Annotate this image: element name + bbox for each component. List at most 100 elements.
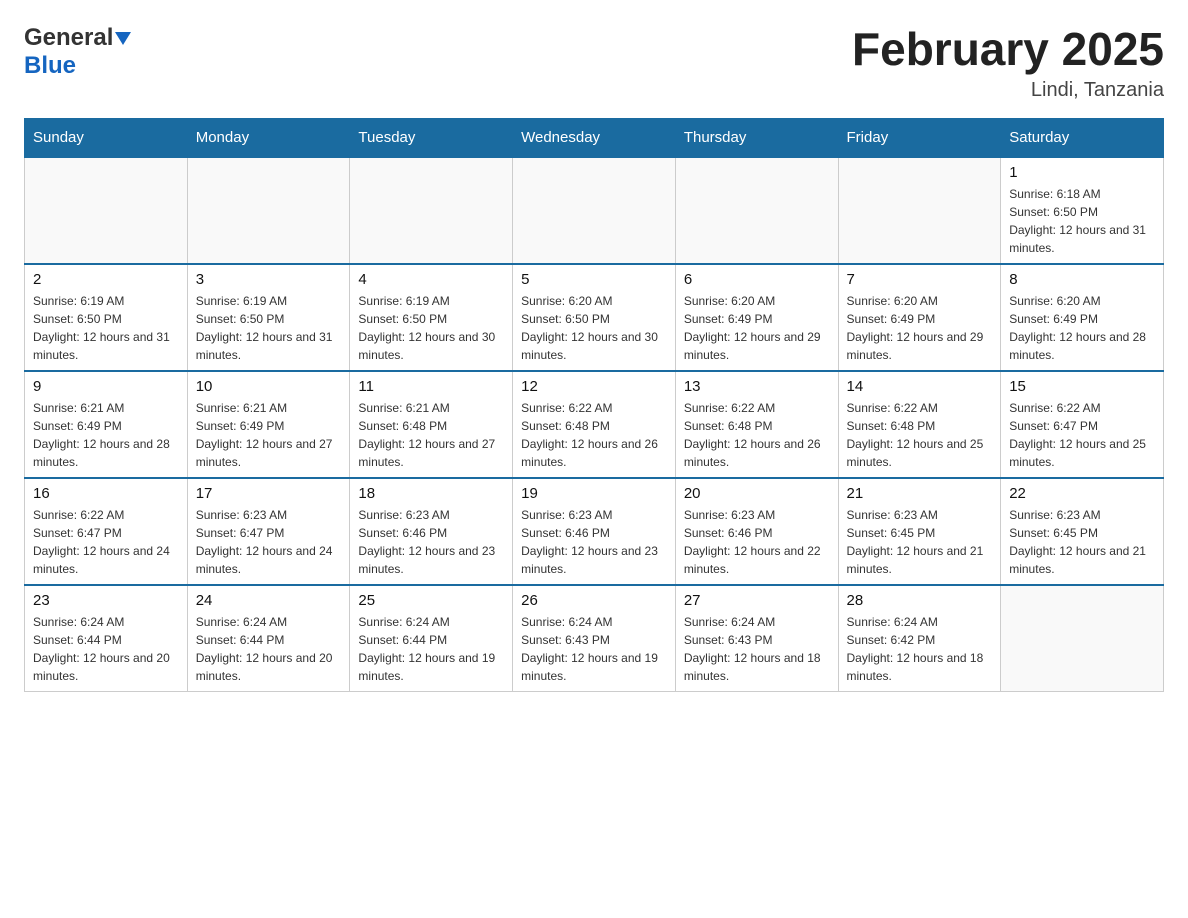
day-number: 16 — [33, 485, 179, 502]
day-number: 15 — [1009, 378, 1155, 395]
calendar-cell-w5-d5: 27 Sunrise: 6:24 AMSunset: 6:43 PMDayligh… — [675, 585, 838, 692]
day-number: 26 — [521, 592, 667, 609]
calendar-cell-w2-d6: 7 Sunrise: 6:20 AMSunset: 6:49 PMDaylight… — [838, 264, 1001, 371]
day-info: Sunrise: 6:20 AMSunset: 6:49 PMDaylight:… — [847, 292, 993, 364]
day-number: 24 — [196, 592, 342, 609]
day-info: Sunrise: 6:21 AMSunset: 6:49 PMDaylight:… — [33, 399, 179, 471]
calendar-header: SundayMondayTuesdayWednesdayThursdayFrid… — [25, 118, 1164, 157]
day-number: 10 — [196, 378, 342, 395]
calendar-cell-w1-d1 — [25, 157, 188, 264]
day-number: 25 — [358, 592, 504, 609]
weekday-monday: Monday — [187, 118, 350, 157]
logo-general-text: General — [24, 24, 113, 52]
day-info: Sunrise: 6:24 AMSunset: 6:44 PMDaylight:… — [358, 613, 504, 685]
day-number: 8 — [1009, 271, 1155, 288]
day-number: 9 — [33, 378, 179, 395]
calendar-cell-w2-d1: 2 Sunrise: 6:19 AMSunset: 6:50 PMDaylight… — [25, 264, 188, 371]
day-info: Sunrise: 6:18 AMSunset: 6:50 PMDaylight:… — [1009, 185, 1155, 257]
calendar-cell-w5-d4: 26 Sunrise: 6:24 AMSunset: 6:43 PMDayligh… — [513, 585, 676, 692]
day-info: Sunrise: 6:22 AMSunset: 6:48 PMDaylight:… — [847, 399, 993, 471]
weekday-thursday: Thursday — [675, 118, 838, 157]
page-header: General Blue February 2025 Lindi, Tanzan… — [24, 24, 1164, 102]
day-info: Sunrise: 6:21 AMSunset: 6:48 PMDaylight:… — [358, 399, 504, 471]
calendar-cell-w5-d2: 24 Sunrise: 6:24 AMSunset: 6:44 PMDayligh… — [187, 585, 350, 692]
day-number: 11 — [358, 378, 504, 395]
day-number: 1 — [1009, 164, 1155, 181]
day-info: Sunrise: 6:21 AMSunset: 6:49 PMDaylight:… — [196, 399, 342, 471]
calendar-cell-w5-d6: 28 Sunrise: 6:24 AMSunset: 6:42 PMDayligh… — [838, 585, 1001, 692]
calendar-cell-w1-d5 — [675, 157, 838, 264]
location: Lindi, Tanzania — [852, 79, 1164, 102]
day-number: 13 — [684, 378, 830, 395]
week-row-1: 1 Sunrise: 6:18 AMSunset: 6:50 PMDaylight… — [25, 157, 1164, 264]
day-info: Sunrise: 6:24 AMSunset: 6:43 PMDaylight:… — [684, 613, 830, 685]
day-info: Sunrise: 6:22 AMSunset: 6:48 PMDaylight:… — [521, 399, 667, 471]
day-info: Sunrise: 6:19 AMSunset: 6:50 PMDaylight:… — [33, 292, 179, 364]
calendar-cell-w1-d3 — [350, 157, 513, 264]
calendar-cell-w3-d1: 9 Sunrise: 6:21 AMSunset: 6:49 PMDaylight… — [25, 371, 188, 478]
day-info: Sunrise: 6:23 AMSunset: 6:46 PMDaylight:… — [358, 506, 504, 578]
day-info: Sunrise: 6:23 AMSunset: 6:46 PMDaylight:… — [684, 506, 830, 578]
logo-triangle-icon — [115, 32, 131, 45]
day-number: 12 — [521, 378, 667, 395]
calendar-body: 1 Sunrise: 6:18 AMSunset: 6:50 PMDaylight… — [25, 157, 1164, 692]
day-info: Sunrise: 6:22 AMSunset: 6:48 PMDaylight:… — [684, 399, 830, 471]
month-title: February 2025 — [852, 24, 1164, 75]
title-section: February 2025 Lindi, Tanzania — [852, 24, 1164, 102]
day-info: Sunrise: 6:19 AMSunset: 6:50 PMDaylight:… — [358, 292, 504, 364]
calendar-cell-w3-d6: 14 Sunrise: 6:22 AMSunset: 6:48 PMDayligh… — [838, 371, 1001, 478]
day-number: 4 — [358, 271, 504, 288]
calendar-cell-w3-d3: 11 Sunrise: 6:21 AMSunset: 6:48 PMDayligh… — [350, 371, 513, 478]
day-info: Sunrise: 6:19 AMSunset: 6:50 PMDaylight:… — [196, 292, 342, 364]
day-number: 17 — [196, 485, 342, 502]
week-row-2: 2 Sunrise: 6:19 AMSunset: 6:50 PMDaylight… — [25, 264, 1164, 371]
weekday-saturday: Saturday — [1001, 118, 1164, 157]
day-number: 21 — [847, 485, 993, 502]
day-info: Sunrise: 6:20 AMSunset: 6:49 PMDaylight:… — [684, 292, 830, 364]
logo-blue-text: Blue — [24, 52, 76, 79]
day-number: 28 — [847, 592, 993, 609]
calendar-cell-w4-d4: 19Sunrise: 6:23 AMSunset: 6:46 PMDayligh… — [513, 478, 676, 585]
day-info: Sunrise: 6:23 AMSunset: 6:45 PMDaylight:… — [847, 506, 993, 578]
calendar-cell-w1-d4 — [513, 157, 676, 264]
calendar-cell-w3-d2: 10 Sunrise: 6:21 AMSunset: 6:49 PMDayligh… — [187, 371, 350, 478]
calendar-cell-w5-d1: 23 Sunrise: 6:24 AMSunset: 6:44 PMDayligh… — [25, 585, 188, 692]
day-info: Sunrise: 6:22 AMSunset: 6:47 PMDaylight:… — [1009, 399, 1155, 471]
day-number: 14 — [847, 378, 993, 395]
week-row-4: 16 Sunrise: 6:22 AMSunset: 6:47 PMDayligh… — [25, 478, 1164, 585]
weekday-tuesday: Tuesday — [350, 118, 513, 157]
day-info: Sunrise: 6:24 AMSunset: 6:44 PMDaylight:… — [196, 613, 342, 685]
weekday-friday: Friday — [838, 118, 1001, 157]
day-number: 2 — [33, 271, 179, 288]
day-info: Sunrise: 6:20 AMSunset: 6:50 PMDaylight:… — [521, 292, 667, 364]
calendar-cell-w3-d7: 15 Sunrise: 6:22 AMSunset: 6:47 PMDayligh… — [1001, 371, 1164, 478]
day-info: Sunrise: 6:24 AMSunset: 6:42 PMDaylight:… — [847, 613, 993, 685]
day-number: 27 — [684, 592, 830, 609]
day-info: Sunrise: 6:23 AMSunset: 6:46 PMDaylight:… — [521, 506, 667, 578]
week-row-3: 9 Sunrise: 6:21 AMSunset: 6:49 PMDaylight… — [25, 371, 1164, 478]
day-number: 5 — [521, 271, 667, 288]
calendar-table: SundayMondayTuesdayWednesdayThursdayFrid… — [24, 118, 1164, 692]
weekday-wednesday: Wednesday — [513, 118, 676, 157]
day-number: 23 — [33, 592, 179, 609]
day-info: Sunrise: 6:24 AMSunset: 6:43 PMDaylight:… — [521, 613, 667, 685]
day-info: Sunrise: 6:23 AMSunset: 6:45 PMDaylight:… — [1009, 506, 1155, 578]
day-info: Sunrise: 6:24 AMSunset: 6:44 PMDaylight:… — [33, 613, 179, 685]
calendar-cell-w4-d7: 22 Sunrise: 6:23 AMSunset: 6:45 PMDayligh… — [1001, 478, 1164, 585]
calendar-cell-w4-d2: 17Sunrise: 6:23 AMSunset: 6:47 PMDayligh… — [187, 478, 350, 585]
calendar-cell-w4-d6: 21 Sunrise: 6:23 AMSunset: 6:45 PMDayligh… — [838, 478, 1001, 585]
day-number: 6 — [684, 271, 830, 288]
calendar-cell-w5-d3: 25 Sunrise: 6:24 AMSunset: 6:44 PMDayligh… — [350, 585, 513, 692]
day-number: 7 — [847, 271, 993, 288]
calendar-cell-w2-d3: 4 Sunrise: 6:19 AMSunset: 6:50 PMDaylight… — [350, 264, 513, 371]
day-info: Sunrise: 6:22 AMSunset: 6:47 PMDaylight:… — [33, 506, 179, 578]
calendar-cell-w2-d5: 6 Sunrise: 6:20 AMSunset: 6:49 PMDaylight… — [675, 264, 838, 371]
week-row-5: 23 Sunrise: 6:24 AMSunset: 6:44 PMDayligh… — [25, 585, 1164, 692]
logo: General Blue — [24, 24, 131, 80]
day-number: 20 — [684, 485, 830, 502]
weekday-row: SundayMondayTuesdayWednesdayThursdayFrid… — [25, 118, 1164, 157]
calendar-cell-w5-d7 — [1001, 585, 1164, 692]
calendar-cell-w3-d5: 13 Sunrise: 6:22 AMSunset: 6:48 PMDayligh… — [675, 371, 838, 478]
calendar-cell-w1-d2 — [187, 157, 350, 264]
day-number: 22 — [1009, 485, 1155, 502]
